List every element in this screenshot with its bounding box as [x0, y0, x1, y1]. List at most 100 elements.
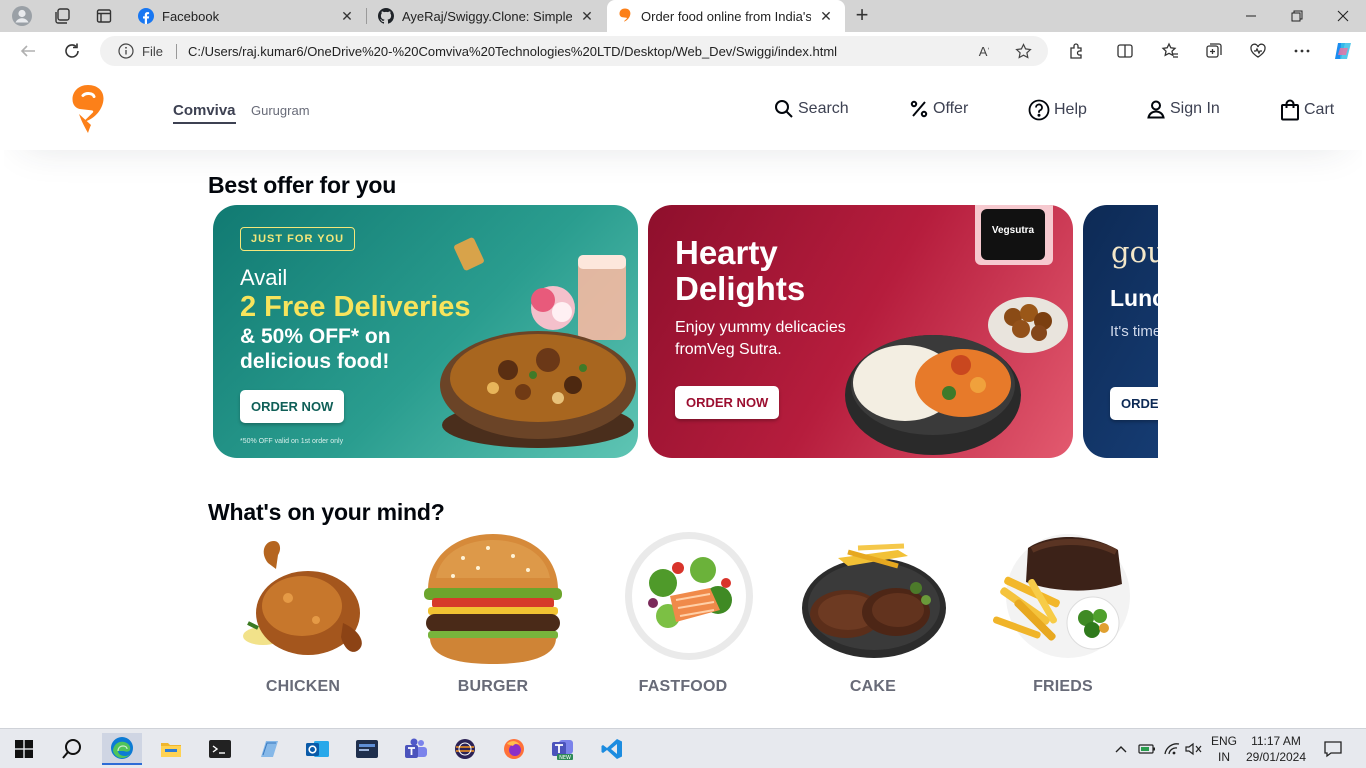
close-tab-icon[interactable]: ✕ [338, 8, 356, 25]
nav-offer[interactable]: Offer [909, 99, 968, 119]
tab-github[interactable]: AyeRaj/Swiggy.Clone: Simple Fro ✕ [368, 0, 606, 32]
offer-brand-script: gou [1111, 235, 1158, 269]
bag-icon [1281, 99, 1299, 121]
nav-help[interactable]: Help [1028, 99, 1087, 121]
category-item[interactable]: CAKE [798, 528, 948, 698]
notifications-icon[interactable] [1324, 729, 1342, 768]
category-item[interactable]: FASTFOOD [608, 528, 758, 698]
search-icon [775, 100, 793, 118]
location-city[interactable]: Comviva [173, 102, 236, 124]
close-tab-icon[interactable]: ✕ [817, 8, 835, 25]
category-item[interactable]: BURGER [418, 528, 568, 698]
offer-headline: Lunc [1110, 285, 1158, 311]
address-bar[interactable]: File C:/Users/raj.kumar6/OneDrive%20-%20… [100, 36, 1048, 66]
file-explorer-icon[interactable] [151, 733, 191, 765]
tab-title: AyeRaj/Swiggy.Clone: Simple Fro [402, 8, 572, 24]
biryani-image [440, 237, 636, 448]
language-indicator[interactable]: ENG IN [1208, 733, 1240, 765]
facebook-icon [138, 8, 154, 24]
notes-icon[interactable] [249, 733, 289, 765]
teams-new-icon[interactable]: NEW [543, 733, 583, 765]
restore-button[interactable] [1274, 0, 1320, 32]
nav-label: Sign In [1170, 100, 1220, 117]
browser-essentials-icon[interactable] [1246, 39, 1270, 63]
offer-headline: Hearty Delights [675, 234, 806, 307]
workspaces-icon[interactable] [50, 5, 74, 27]
scheme-label: File [142, 44, 163, 59]
tab-title: Facebook [162, 8, 220, 24]
nav-label: Cart [1304, 101, 1335, 118]
offer-fine-print: *50% OFF valid on 1st order only [240, 438, 344, 445]
offer-card[interactable]: JUST FOR YOU Avail 2 Free Deliveries & 5… [213, 205, 638, 458]
start-icon[interactable] [4, 733, 44, 765]
chicken-image [243, 541, 362, 655]
browser-toolbar: File C:/Users/raj.kumar6/OneDrive%20-%20… [0, 32, 1366, 70]
wifi-icon[interactable] [1163, 729, 1181, 768]
profile-icon[interactable] [10, 5, 34, 27]
copilot-icon[interactable] [1331, 39, 1355, 63]
vscode-icon[interactable] [592, 733, 632, 765]
favorites-icon[interactable] [1158, 39, 1182, 63]
new-tab-button[interactable]: + [850, 4, 874, 28]
offer-card[interactable]: Hearty Delights Enjoy yummy delicacies f… [648, 205, 1073, 458]
swiggy-icon [619, 8, 631, 22]
tab-actions-icon[interactable] [92, 5, 116, 27]
nav-cart[interactable]: Cart [1280, 99, 1334, 121]
terminal-icon[interactable] [200, 733, 240, 765]
nav-search[interactable]: Search [774, 99, 849, 119]
region-code: IN [1218, 750, 1230, 764]
back-icon[interactable] [16, 39, 40, 63]
thali-image [845, 297, 1068, 455]
percent-icon [910, 100, 928, 118]
offer-badge: JUST FOR YOU [240, 227, 356, 251]
minimize-button[interactable] [1228, 0, 1274, 32]
category-item[interactable]: CHICKEN [228, 528, 378, 698]
outlook-icon[interactable] [298, 733, 338, 765]
eclipse-icon[interactable] [445, 733, 485, 765]
system-clock[interactable]: 11:17 AM 29/01/2024 [1240, 733, 1312, 765]
volume-muted-icon[interactable] [1185, 729, 1203, 768]
collections-icon[interactable] [1202, 39, 1226, 63]
more-menu-icon[interactable] [1290, 39, 1314, 63]
read-aloud-icon[interactable]: Aʼ [974, 41, 994, 61]
nav-label: Search [798, 100, 849, 117]
salad-image [625, 532, 753, 660]
clock-date: 29/01/2024 [1245, 750, 1307, 764]
help-icon [1028, 99, 1050, 121]
split-screen-icon[interactable] [1113, 39, 1137, 63]
user-icon [1147, 100, 1165, 119]
location-area[interactable]: Gurugram [251, 103, 310, 118]
firefox-icon[interactable] [494, 733, 534, 765]
mysql-workbench-icon[interactable] [347, 733, 387, 765]
taskbar: NEW ENG IN 11:17 AM 29/01/2024 [0, 728, 1366, 768]
nav-sign-in[interactable]: Sign In [1146, 99, 1220, 119]
battery-icon[interactable] [1138, 729, 1156, 768]
order-now-button[interactable]: ORDER NOW [675, 386, 780, 419]
category-item[interactable]: FRIEDS [988, 528, 1138, 698]
offer-line: Avail [240, 265, 288, 290]
swiggy-logo[interactable] [70, 84, 106, 134]
offers-carousel[interactable]: JUST FOR YOU Avail 2 Free Deliveries & 5… [213, 205, 1158, 458]
refresh-icon[interactable] [60, 39, 84, 63]
info-icon[interactable] [118, 43, 134, 59]
search-icon[interactable] [52, 733, 92, 765]
category-label: FRIEDS [1033, 678, 1093, 695]
tab-swiggy[interactable]: Order food online from India's b ✕ [607, 0, 845, 32]
favorite-star-icon[interactable] [1013, 41, 1033, 61]
show-hidden-icons[interactable] [1114, 729, 1128, 768]
offer-card[interactable]: gou Lunc It's time yourse ORDE [1083, 205, 1158, 458]
extensions-icon[interactable] [1065, 39, 1089, 63]
url-text[interactable]: C:/Users/raj.kumar6/OneDrive%20-%20Comvi… [188, 44, 837, 59]
order-now-button[interactable]: ORDE [1110, 387, 1158, 420]
category-label: CHICKEN [265, 678, 341, 695]
brand-logo-text: Vegsutra [981, 209, 1045, 260]
order-now-button[interactable]: ORDER NOW [240, 390, 345, 423]
close-window-button[interactable] [1320, 0, 1366, 32]
browser-tab-bar: Facebook ✕ AyeRaj/Swiggy.Clone: Simple F… [0, 0, 1366, 32]
offer-subtext: It's time yourse [1110, 323, 1158, 340]
edge-icon[interactable] [102, 733, 142, 765]
burger-image [424, 534, 562, 664]
close-tab-icon[interactable]: ✕ [578, 8, 596, 25]
teams-icon[interactable] [396, 733, 436, 765]
tab-facebook[interactable]: Facebook ✕ [128, 0, 366, 32]
